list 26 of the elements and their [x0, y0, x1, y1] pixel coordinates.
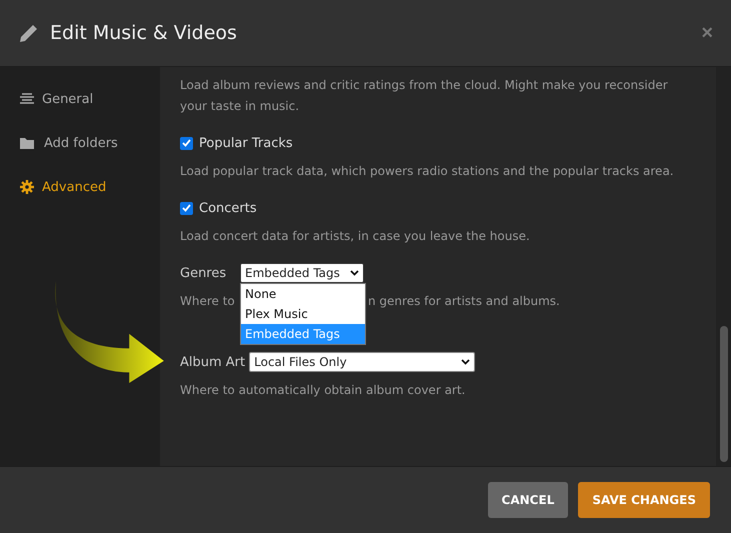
hint-text: n genres for artists and albums. — [368, 293, 560, 310]
list-icon — [20, 93, 34, 105]
select-field[interactable]: Local Files Only — [249, 352, 476, 372]
sidebar-item[interactable]: General — [0, 77, 160, 121]
hint-text: Load concert data for artists, in case you leave the house. — [180, 228, 531, 245]
hint-text: Where to — [180, 293, 236, 310]
sidebar-item[interactable]: Add folders — [0, 121, 160, 165]
field-label: Album Art — [180, 354, 246, 370]
checkbox-label: Popular Tracks — [199, 136, 293, 150]
checkbox-label: Concerts — [199, 200, 257, 216]
checkbox[interactable] — [180, 202, 193, 214]
description-text: Load album reviews and critic ratings from the cloud. Might make you reconsider your taste in music. — [180, 77, 669, 115]
chevron-icon — [461, 359, 470, 365]
folder-icon — [20, 137, 36, 149]
checkbox[interactable] — [180, 136, 193, 150]
scrollbar-thumb[interactable] — [720, 326, 728, 462]
gear-icon — [20, 180, 34, 194]
cancel-button[interactable]: CANCEL — [488, 482, 568, 518]
hint-text: Load popular track data, which powers radio stations and the popular tracks area. — [180, 163, 675, 180]
hint-text: Where to automatically obtain album cover art. — [180, 382, 466, 399]
window-title: Edit Music & Videos — [50, 22, 238, 44]
select-field[interactable]: Embedded Tags — [240, 263, 364, 283]
pencil-icon — [20, 24, 38, 42]
sidebar-item[interactable]: Advanced — [0, 165, 160, 209]
chevron-icon — [350, 270, 359, 276]
field-label: Genres — [180, 266, 228, 280]
